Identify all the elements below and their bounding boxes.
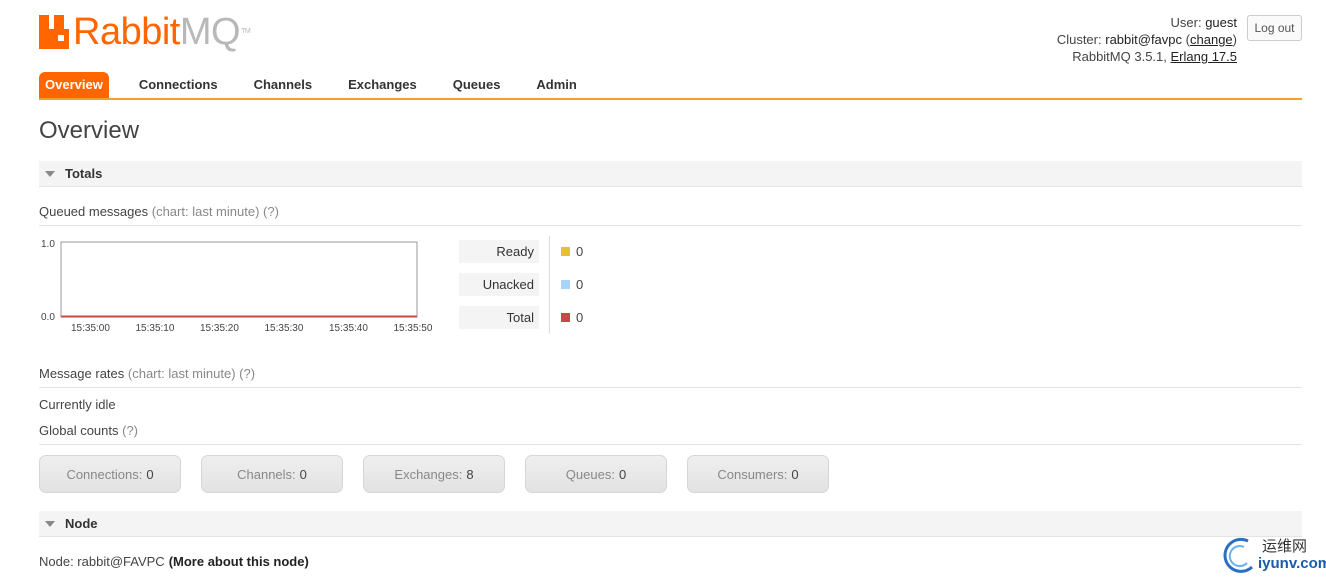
legend-ready-swatch [561,247,570,256]
x-tick-label: 15:35:30 [265,323,304,334]
y-tick-top: 1.0 [41,239,55,250]
count-exchanges[interactable]: Exchanges: 8 [363,455,505,493]
logo-text: RabbitMQTM [73,11,251,53]
tab-exchanges[interactable]: Exchanges [330,72,435,98]
watermark-site: iyunv.com [1258,555,1326,572]
message-rates-header: Message rates (chart: last minute) (?) [39,366,1302,388]
totals-section-header[interactable]: Totals [39,161,1302,187]
user-info: User: guest Cluster: rabbit@favpc (chang… [1057,14,1237,65]
global-counts-hint[interactable]: (?) [122,423,138,438]
legend-total-swatch [561,313,570,322]
legend-divider [549,236,550,334]
tab-admin[interactable]: Admin [518,72,594,98]
tab-overview[interactable]: Overview [39,72,109,98]
main-tabs: Overview Connections Channels Exchanges … [39,72,1302,100]
legend-total-value: 0 [576,310,584,325]
legend-unacked-label: Unacked [459,273,539,296]
watermark-swirl-icon [1223,537,1254,573]
x-tick-label: 15:35:20 [200,323,239,334]
logout-button[interactable]: Log out [1247,15,1302,41]
node-line: Node: rabbit@FAVPC (More about this node) [39,554,309,569]
node-name: Node: rabbit@FAVPC [39,554,165,569]
more-about-node-link[interactable]: (More about this node) [169,554,309,569]
erlang-version-link[interactable]: Erlang 17.5 [1171,49,1238,64]
rates-chart-hint[interactable]: (chart: last minute) (?) [128,366,255,381]
queued-chart-hint[interactable]: (chart: last minute) (?) [152,204,279,219]
collapse-triangle-icon [45,520,55,527]
tab-queues[interactable]: Queues [435,72,519,98]
user-name: guest [1205,15,1237,30]
node-title: Node [65,516,98,531]
rabbitmq-logo: RabbitMQTM [39,11,251,53]
idle-status: Currently idle [39,397,116,412]
tab-connections[interactable]: Connections [121,72,236,98]
legend-ready-value: 0 [576,244,584,259]
legend-total-label: Total [459,306,539,329]
count-connections[interactable]: Connections: 0 [39,455,181,493]
legend-ready-label: Ready [459,240,539,263]
collapse-triangle-icon [45,170,55,177]
queued-messages-header: Queued messages (chart: last minute) (?) [39,204,1302,226]
global-counts-header: Global counts (?) [39,423,1302,445]
count-queues[interactable]: Queues: 0 [525,455,667,493]
version-line: RabbitMQ 3.5.1, Erlang 17.5 [1072,49,1238,64]
totals-title: Totals [65,166,103,181]
rabbitmq-logo-icon [39,15,69,49]
legend-unacked-swatch [561,280,570,289]
node-section-header[interactable]: Node [39,511,1302,537]
chart-plot-area [60,241,418,318]
page-title: Overview [39,117,140,144]
watermark-cn: 运维网 [1262,537,1308,555]
count-consumers[interactable]: Consumers: 0 [687,455,829,493]
user-line: User: guest [1170,15,1238,30]
change-cluster-link[interactable]: change [1190,32,1233,47]
legend-unacked-value: 0 [576,277,584,292]
chart-xticks-group: 15:35:00 15:35:10 15:35:20 15:35:30 15:35:40… [71,323,433,334]
x-tick-label: 15:35:50 [394,323,433,334]
queued-messages-chart: 1.0 0.0 15:35:00 15:35:10 15:35:20 15:35:30… [41,239,433,334]
x-tick-label: 15:35:40 [329,323,368,334]
y-tick-bottom: 0.0 [41,312,55,323]
cluster-line: Cluster: rabbit@favpc (change) [1056,32,1237,47]
x-tick-label: 15:35:10 [136,323,175,334]
tab-channels[interactable]: Channels [236,72,331,98]
count-channels[interactable]: Channels: 0 [201,455,343,493]
x-tick-label: 15:35:00 [71,323,110,334]
watermark: 运维网 iyunv.com [1218,533,1326,577]
